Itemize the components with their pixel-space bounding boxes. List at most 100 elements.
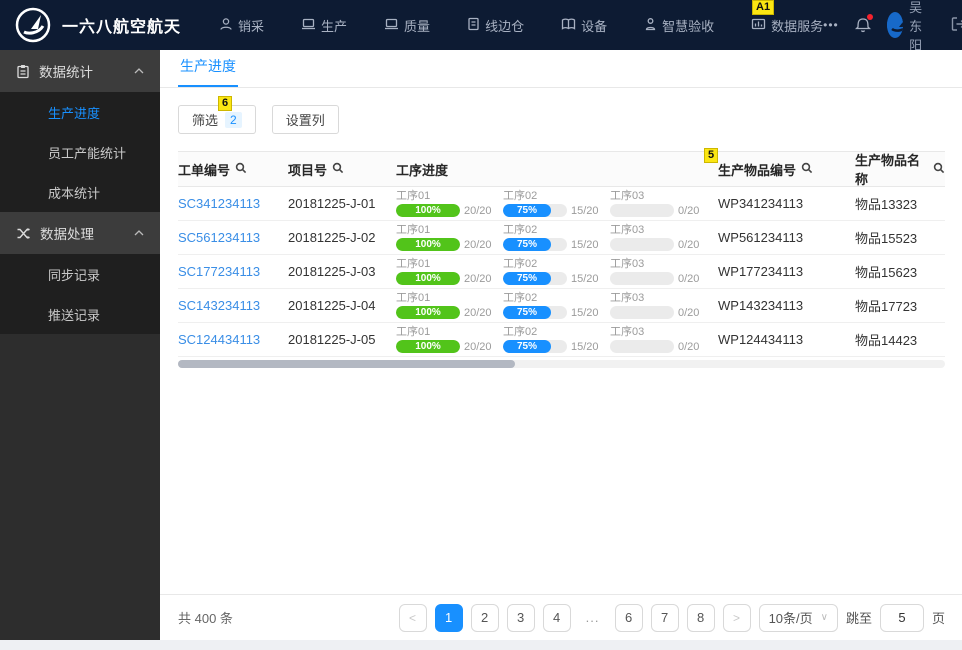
toolbar: 筛选 2 设置列 xyxy=(160,88,962,134)
prev-page-button[interactable]: < xyxy=(398,603,427,632)
process-progress-2: 工序02 75% 15/20 xyxy=(503,190,599,217)
nav-item-quality[interactable]: 质量 xyxy=(384,16,430,35)
page-ellipsis[interactable]: ... xyxy=(578,603,607,632)
search-icon[interactable] xyxy=(235,162,247,177)
navbar-right: ••• 吴东阳 xyxy=(823,0,962,54)
person-check-icon xyxy=(644,17,657,34)
laptop-icon xyxy=(301,17,316,34)
process-progress-3: 工序03 0/20 xyxy=(610,292,700,319)
horizontal-scrollbar[interactable] xyxy=(178,360,945,368)
progress-bar: 100% xyxy=(396,340,460,353)
nav-item-data-service[interactable]: 数据服务 xyxy=(751,16,823,35)
sidebar: 数据统计 生产进度 员工产能统计 成本统计 数据处理 同步记录 推送记录 xyxy=(0,50,160,640)
sidebar-group-data-processing[interactable]: 数据处理 xyxy=(0,212,160,254)
nav-item-equipment[interactable]: 设备 xyxy=(561,16,607,35)
page-suffix-label: 页 xyxy=(931,611,945,626)
filter-count-badge: 2 xyxy=(225,111,242,128)
column-header-item-code[interactable]: 生产物品编号 xyxy=(718,160,855,179)
shuffle-icon xyxy=(16,227,31,240)
progress-bar: 100% xyxy=(396,204,460,217)
page-size-select[interactable]: 10条/页 ∨ xyxy=(758,603,838,632)
table-row[interactable]: SC143234113 20181225-J-04 工序01 100% 20/20… xyxy=(178,289,945,323)
table-row[interactable]: SC561234113 20181225-J-02 工序01 100% 20/20… xyxy=(178,221,945,255)
search-icon[interactable] xyxy=(933,162,945,177)
user-menu[interactable]: 吴东阳 xyxy=(886,0,934,54)
column-header-item-name[interactable]: 生产物品名称 xyxy=(855,150,945,188)
annotation-marker-5: 5 xyxy=(704,148,719,163)
process-progress-3: 工序03 0/20 xyxy=(610,258,700,285)
jump-to-label: 跳至 xyxy=(845,611,872,626)
process-progress-1: 工序01 100% 20/20 xyxy=(396,258,492,285)
page-button-2[interactable]: 2 xyxy=(470,603,499,632)
annotation-marker-a1: A1 xyxy=(752,0,775,15)
pagination: < 1 2 3 4 ... 6 7 8 > 10条/页 ∨ 跳至 页 xyxy=(398,603,945,632)
table-body: SC341234113 20181225-J-01 工序01 100% 20/20… xyxy=(178,187,945,357)
process-progress-2: 工序02 75% 15/20 xyxy=(503,292,599,319)
progress-bar: 75% xyxy=(503,272,551,285)
next-page-button[interactable]: > xyxy=(722,603,751,632)
progress-bar: 75% xyxy=(503,238,551,251)
horizontal-scrollbar-thumb[interactable] xyxy=(178,360,516,368)
table-row[interactable]: SC124434113 20181225-J-05 工序01 100% 20/20… xyxy=(178,323,945,357)
jump-page-input[interactable] xyxy=(879,603,924,632)
production-table: 工单编号 项目号 工序进度 生产物品编号 生产物品名称 SC341234113 … xyxy=(178,151,945,357)
sidebar-item-sync-records[interactable]: 同步记录 xyxy=(0,254,160,294)
nav-item-smart-acceptance[interactable]: 智慧验收 xyxy=(644,16,714,35)
sidebar-item-cost-statistics[interactable]: 成本统计 xyxy=(0,172,160,212)
notification-dot xyxy=(866,14,873,20)
laptop-icon xyxy=(384,17,399,34)
process-progress-2: 工序02 75% 15/20 xyxy=(503,224,599,251)
column-header-work-order[interactable]: 工单编号 xyxy=(178,160,288,179)
page-button-1[interactable]: 1 xyxy=(434,603,463,632)
nav-item-production[interactable]: 生产 xyxy=(301,16,347,35)
work-order-link[interactable]: SC341234113 xyxy=(178,196,260,211)
table-row[interactable]: SC341234113 20181225-J-01 工序01 100% 20/20… xyxy=(178,187,945,221)
process-progress-1: 工序01 100% 20/20 xyxy=(396,224,492,251)
page-button-3[interactable]: 3 xyxy=(506,603,535,632)
table-row[interactable]: SC177234113 20181225-J-03 工序01 100% 20/20… xyxy=(178,255,945,289)
work-order-link[interactable]: SC143234113 xyxy=(178,298,260,313)
page-button-4[interactable]: 4 xyxy=(542,603,571,632)
main-content: 生产进度 筛选 2 设置列 工单编号 项目号 工序进度 生产物品编号 生产物品名… xyxy=(160,50,962,640)
sidebar-item-production-progress[interactable]: 生产进度 xyxy=(0,92,160,132)
page-button-8[interactable]: 8 xyxy=(686,603,715,632)
nav-item-line-warehouse[interactable]: 线边仓 xyxy=(467,16,524,35)
search-icon[interactable] xyxy=(801,162,813,177)
process-progress-1: 工序01 100% 20/20 xyxy=(396,326,492,353)
table-header-row: 工单编号 项目号 工序进度 生产物品编号 生产物品名称 xyxy=(178,151,945,187)
project-number: 20181225-J-02 xyxy=(288,230,376,245)
brand-title: 一六八航空航天 xyxy=(62,19,182,36)
sidebar-group-data-statistics[interactable]: 数据统计 xyxy=(0,50,160,92)
item-code: WP341234113 xyxy=(718,196,804,211)
sidebar-item-employee-capacity[interactable]: 员工产能统计 xyxy=(0,132,160,172)
nav-menu: 销采 生产 质量 线边仓 设备 智慧验收 数据服务 xyxy=(219,16,823,35)
progress-bar: 100% xyxy=(396,238,460,251)
tab-bar: 生产进度 xyxy=(160,50,962,88)
notification-bell-icon[interactable] xyxy=(854,14,873,35)
sidebar-item-push-records[interactable]: 推送记录 xyxy=(0,294,160,334)
item-name: 物品17723 xyxy=(855,299,918,314)
item-name: 物品13323 xyxy=(855,197,918,212)
progress-bar: 75% xyxy=(503,306,551,319)
item-name: 物品15523 xyxy=(855,231,918,246)
total-count: 共 400 条 xyxy=(178,611,233,626)
page-background-strip xyxy=(0,640,962,650)
more-menu-icon[interactable]: ••• xyxy=(823,18,839,32)
nav-item-purchase[interactable]: 销采 xyxy=(219,16,264,35)
progress-bar: 75% xyxy=(503,204,551,217)
chevron-up-icon xyxy=(134,68,144,74)
filter-button[interactable]: 筛选 2 xyxy=(178,105,256,134)
process-progress-2: 工序02 75% 15/20 xyxy=(503,258,599,285)
project-number: 20181225-J-03 xyxy=(288,264,376,279)
item-code: WP561234113 xyxy=(718,230,804,245)
tab-production-progress[interactable]: 生产进度 xyxy=(178,56,238,87)
work-order-link[interactable]: SC561234113 xyxy=(178,230,260,245)
column-settings-button[interactable]: 设置列 xyxy=(271,105,339,134)
work-order-link[interactable]: SC177234113 xyxy=(178,264,260,279)
page-button-7[interactable]: 7 xyxy=(650,603,679,632)
page-button-6[interactable]: 6 xyxy=(614,603,643,632)
column-header-project[interactable]: 项目号 xyxy=(288,160,396,179)
search-icon[interactable] xyxy=(332,162,344,177)
logout-button[interactable]: 退出 xyxy=(950,6,962,44)
work-order-link[interactable]: SC124434113 xyxy=(178,332,260,347)
